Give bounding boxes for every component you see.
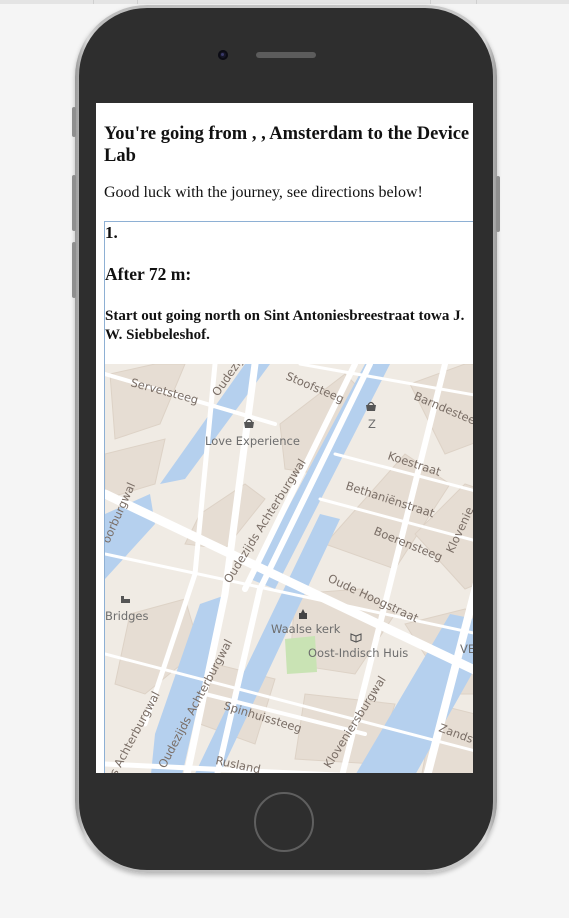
poi-ve-label: VE <box>460 642 473 656</box>
step-distance: After 72 m: <box>105 264 192 284</box>
step-instruction: Start out going north on Sint Antoniesbr… <box>105 308 465 343</box>
home-button[interactable] <box>254 792 314 852</box>
volume-up-button <box>72 175 76 231</box>
poi-waalse-kerk: Waalse kerk <box>271 622 341 636</box>
direction-step: 1. After 72 m: Start out going north on … <box>104 221 473 773</box>
page-subtitle: Good luck with the journey, see directio… <box>104 184 423 201</box>
front-camera-icon <box>218 50 228 60</box>
poi-oost-indisch-huis: Oost-Indisch Huis <box>308 646 408 660</box>
phone-screen: You're going from , , Amsterdam to the D… <box>96 103 473 773</box>
poi-z-label: Z <box>368 417 376 431</box>
volume-down-button <box>72 242 76 298</box>
mute-switch <box>72 107 76 137</box>
poi-bridges: Bridges <box>105 609 148 623</box>
browser-top-strip <box>0 0 569 4</box>
route-map[interactable]: Servetsteeg Oudezij Stoofsteeg Barndeste… <box>105 364 473 773</box>
poi-love-experience: Love Experience <box>205 434 300 448</box>
earpiece-speaker <box>256 52 316 58</box>
page-title: You're going from , , Amsterdam to the D… <box>104 124 470 166</box>
step-number: 1. <box>105 223 118 242</box>
power-button <box>496 176 500 232</box>
